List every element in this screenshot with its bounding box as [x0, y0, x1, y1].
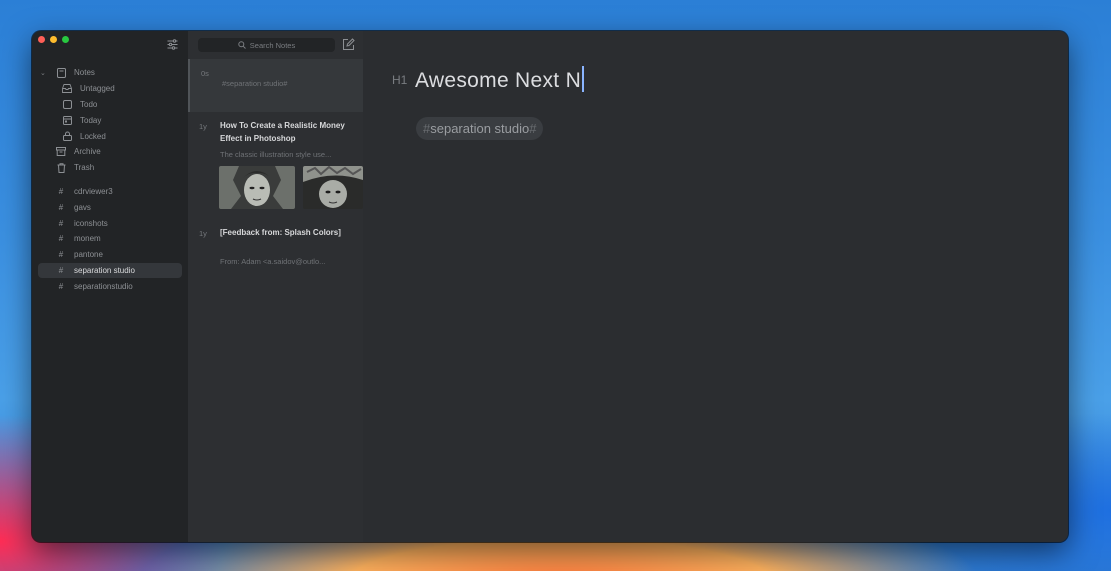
hash-icon: # [58, 234, 64, 244]
compose-icon[interactable] [342, 38, 355, 51]
tag-label: monem [74, 234, 101, 244]
calendar-icon [62, 115, 72, 125]
sidebar-item-archive[interactable]: Archive [32, 144, 188, 160]
lock-icon [62, 131, 72, 142]
note-thumbnail [219, 166, 295, 209]
minimize-button[interactable] [50, 36, 57, 43]
filter-icon[interactable] [167, 39, 178, 50]
tag-item-gavs[interactable]: # gavs [32, 199, 188, 215]
note-excerpt: The classic illustration style use... [220, 150, 332, 159]
tray-icon [62, 84, 72, 94]
window-controls [38, 36, 69, 43]
sidebar-item-label: Trash [74, 163, 95, 173]
note-title: How To Create a Realistic Money Effect i… [220, 121, 345, 143]
note-age: 1y [199, 122, 207, 131]
note-item[interactable]: 1y [Feedback from: Splash Colors] From: … [188, 221, 363, 269]
search-icon [238, 41, 246, 49]
sidebar-item-untagged[interactable]: Untagged [32, 81, 188, 97]
note-item[interactable]: 1y How To Create a Realistic Money Effec… [188, 114, 363, 217]
sidebar-item-label: Untagged [80, 84, 115, 94]
tag-label: cdrviewer3 [74, 186, 113, 196]
sidebar-item-today[interactable]: Today [32, 112, 188, 128]
sidebar-item-label: Notes [74, 68, 95, 78]
tag-item-cdrviewer3[interactable]: # cdrviewer3 [32, 184, 188, 200]
note-age: 0s [201, 69, 209, 78]
app-window: ⌄ Notes Untagged Todo Today Locked Archi… [32, 31, 1068, 542]
tag-pill-label: separation studio [430, 121, 530, 136]
hash-icon: # [58, 202, 64, 212]
search-placeholder: Search Notes [249, 40, 296, 50]
tag-label: separationstudio [74, 281, 133, 291]
note-age: 1y [199, 229, 207, 238]
note-title-editor[interactable]: Awesome Next N [415, 66, 584, 93]
close-button[interactable] [38, 36, 45, 43]
note-title: [Feedback from: Splash Colors] [220, 228, 341, 237]
tag-item-iconshots[interactable]: # iconshots [32, 215, 188, 231]
tag-label: pantone [74, 250, 103, 260]
sidebar: ⌄ Notes Untagged Todo Today Locked Archi… [32, 31, 188, 542]
text-cursor [582, 66, 584, 92]
notes-list: Search Notes 0s #separation studio# 1y H… [188, 31, 363, 542]
tag-label: separation studio [74, 265, 135, 275]
tag-item-pantone[interactable]: # pantone [32, 247, 188, 263]
tag-item-monem[interactable]: # monem [32, 231, 188, 247]
sidebar-item-trash[interactable]: Trash [32, 160, 188, 176]
tag-item-separation-studio[interactable]: # separation studio [38, 262, 182, 279]
chevron-down-icon[interactable]: ⌄ [40, 69, 46, 77]
sidebar-item-label: Locked [80, 131, 106, 141]
hash-icon: # [58, 186, 64, 196]
sidebar-item-notes[interactable]: ⌄ Notes [32, 65, 188, 81]
heading-marker: H1 [392, 73, 408, 87]
notes-icon [56, 67, 66, 78]
note-heading-text: Awesome Next N [415, 69, 582, 92]
tag-label: iconshots [74, 218, 108, 228]
tag-item-separationstudio[interactable]: # separationstudio [32, 278, 188, 294]
note-excerpt: #separation studio# [222, 79, 288, 88]
hash-icon: # [58, 281, 64, 291]
note-item[interactable]: 0s #separation studio# [188, 59, 363, 112]
note-thumbnail [303, 166, 363, 209]
tag-hash-close: # [529, 121, 537, 136]
sidebar-item-todo[interactable]: Todo [32, 97, 188, 113]
hash-icon: # [58, 218, 64, 228]
trash-icon [56, 162, 66, 173]
zoom-button[interactable] [62, 36, 69, 43]
hash-icon: # [58, 265, 64, 275]
sidebar-item-locked[interactable]: Locked [32, 128, 188, 144]
hash-icon: # [58, 250, 64, 260]
tag-hash-open: # [423, 121, 431, 136]
checkbox-icon [62, 99, 72, 109]
note-excerpt: From: Adam <a.saidov@outlo... [220, 257, 326, 266]
tag-label: gavs [74, 202, 91, 212]
sidebar-list: ⌄ Notes Untagged Todo Today Locked Archi… [32, 65, 188, 294]
archive-icon [56, 147, 66, 157]
tag-pill[interactable]: # separation studio # [416, 117, 544, 140]
search-input[interactable]: Search Notes [198, 38, 335, 52]
sidebar-item-label: Archive [74, 147, 101, 157]
sidebar-item-label: Today [80, 115, 102, 125]
editor[interactable]: H1 Awesome Next N # separation studio # [363, 31, 1068, 542]
sidebar-item-label: Todo [80, 99, 98, 109]
